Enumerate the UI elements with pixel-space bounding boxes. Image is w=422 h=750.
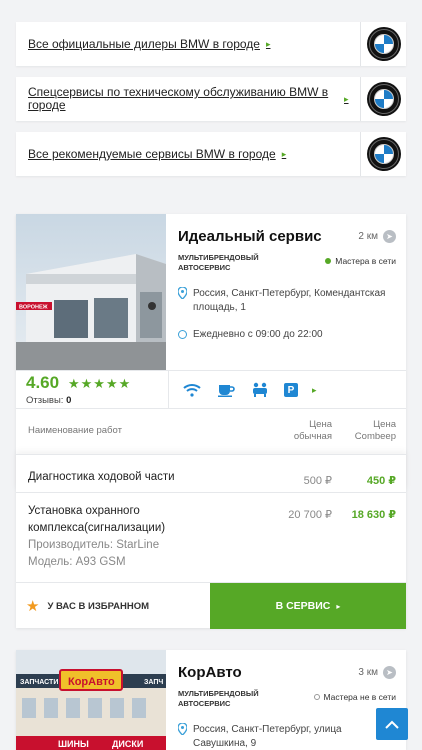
column-combeer-price: Цена Combeep xyxy=(354,419,396,442)
rating-row: 4.60 ★★★★★ Отзывы: 0 P ▸ xyxy=(16,370,406,409)
service-photo[interactable]: ВОРОНЕЖ xyxy=(16,214,166,370)
bmw-logo xyxy=(360,22,406,66)
service-card: ВОРОНЕЖ Идеальный сервис Мультибрендовый… xyxy=(16,214,406,629)
service-sign: ВОРОНЕЖ xyxy=(19,305,48,311)
amenities: P ▸ xyxy=(182,382,317,398)
official-dealers-label: Все официальные дилеры BMW в городе xyxy=(28,36,260,51)
chevron-up-icon xyxy=(385,720,399,729)
online-dot-icon xyxy=(325,258,332,264)
price-row: Установка охранного комплекса(сигнализац… xyxy=(16,492,406,582)
service-photo[interactable]: ЗАПЧАСТИ ЗАПЧ КорАвто ШИНЫ ДИСКИ xyxy=(16,650,166,750)
chevron-right-icon: ▸ xyxy=(281,148,287,159)
opening-hours: Ежедневно с 09:00 до 22:00 xyxy=(178,329,396,340)
recommended-services-link[interactable]: Все рекомендуемые сервисы BMW в городе ▸ xyxy=(16,146,360,161)
star-icon: ★ xyxy=(26,598,40,615)
service-type: Мультибрендовый автосервис xyxy=(178,689,259,708)
masters-status: Мастера не в сети xyxy=(313,692,397,702)
address: Россия, Санкт-Петербург, Комендантская п… xyxy=(177,286,396,315)
chevron-right-icon: ▸ xyxy=(265,38,271,49)
distance: 2 км ➤ xyxy=(358,230,396,243)
banner-right-text: ЗАПЧ xyxy=(144,679,163,686)
distance-value: 2 км xyxy=(358,231,378,242)
service-sign: КорАвто xyxy=(68,676,115,688)
service-type: Мультибрендовый автосервис xyxy=(178,253,259,272)
coffee-icon xyxy=(216,382,236,398)
bottom-right-text: ДИСКИ xyxy=(112,739,143,749)
offline-dot-icon xyxy=(313,694,320,700)
status-label: Мастера не в сети xyxy=(323,692,397,702)
reviews[interactable]: Отзывы: 0 xyxy=(26,395,71,406)
service-info: КорАвто Мультибрендовый автосервис 3 км … xyxy=(177,664,397,750)
service-info: Идеальный сервис Мультибрендовый автосер… xyxy=(177,228,396,340)
divider xyxy=(168,371,169,409)
specialized-services-label: Спецсервисы по техническому обслуживанию… xyxy=(28,85,329,112)
distance-value: 3 км xyxy=(358,667,378,678)
specialized-services-link[interactable]: Спецсервисы по техническому обслуживанию… xyxy=(16,86,360,112)
go-label: В СЕРВИС xyxy=(275,600,331,612)
combeer-price: 18 630 ₽ xyxy=(351,509,396,521)
favorite-button[interactable]: ★ У ВАС В ИЗБРАННОМ xyxy=(16,583,211,629)
regular-price: 20 700 ₽ xyxy=(288,509,332,521)
official-dealers-link[interactable]: Все официальные дилеры BMW в городе ▸ xyxy=(16,36,360,51)
parking-icon: P xyxy=(284,383,298,397)
reviews-label: Отзывы: xyxy=(26,395,64,406)
navigation-icon: ➤ xyxy=(383,230,396,243)
bmw-logo xyxy=(360,132,406,176)
combeer-price: 450 ₽ xyxy=(366,475,396,487)
column-name: Наименование работ xyxy=(28,425,122,436)
work-model: Модель: A93 GSM xyxy=(28,556,126,568)
price-row: Диагностика ходовой части 500 ₽ 450 ₽ xyxy=(16,454,406,492)
address-text: Россия, Санкт-Петербург, улица Савушкина… xyxy=(193,724,342,749)
service-card: ЗАПЧАСТИ ЗАПЧ КорАвто ШИНЫ ДИСКИ КорАвто… xyxy=(16,650,406,750)
link-card-official-dealers[interactable]: Все официальные дилеры BMW в городе ▸ xyxy=(16,22,406,66)
distance: 3 км ➤ xyxy=(358,666,396,679)
rating-stars: ★★★★★ xyxy=(68,376,132,391)
link-card-recommended-services[interactable]: Все рекомендуемые сервисы BMW в городе ▸ xyxy=(16,132,406,176)
link-card-specialized-services[interactable]: Спецсервисы по техническому обслуживанию… xyxy=(16,77,406,121)
clock-icon xyxy=(178,330,187,339)
map-pin-icon xyxy=(177,722,188,736)
wifi-icon xyxy=(182,382,202,398)
bottom-left-text: ШИНЫ xyxy=(58,739,89,749)
chevron-right-icon: ▸ xyxy=(344,93,349,104)
rating-value: 4.60 xyxy=(26,373,60,392)
go-to-service-button[interactable]: В СЕРВИС ▸ xyxy=(210,583,406,629)
banner-left-text: ЗАПЧАСТИ xyxy=(20,679,58,686)
favorite-label: У ВАС В ИЗБРАННОМ xyxy=(47,600,150,612)
address-text: Россия, Санкт-Петербург, Комендантская п… xyxy=(193,288,386,313)
reviews-count: 0 xyxy=(66,395,72,406)
bmw-logo xyxy=(360,77,406,121)
masters-status: Мастера в сети xyxy=(325,256,396,266)
address: Россия, Санкт-Петербург, улица Савушкина… xyxy=(177,722,396,750)
map-pin-icon xyxy=(177,286,188,300)
column-regular-price: Цена обычная xyxy=(293,419,332,442)
hours-text: Ежедневно с 09:00 до 22:00 xyxy=(193,329,323,340)
price-table-header: Наименование работ Цена обычная Цена Com… xyxy=(16,408,406,454)
scroll-to-top-button[interactable] xyxy=(376,708,408,740)
status-label: Мастера в сети xyxy=(335,256,396,266)
work-name: Диагностика ходовой части xyxy=(28,471,175,483)
navigation-icon: ➤ xyxy=(383,666,396,679)
card-footer: ★ У ВАС В ИЗБРАННОМ В СЕРВИС ▸ xyxy=(16,582,406,629)
chevron-right-icon[interactable]: ▸ xyxy=(312,385,317,396)
work-name: Установка охранного комплекса(сигнализац… xyxy=(28,505,166,534)
work-details: Установка охранного комплекса(сигнализац… xyxy=(28,503,193,571)
chevron-right-icon: ▸ xyxy=(336,601,341,611)
work-manufacturer: Производитель: StarLine xyxy=(28,539,160,551)
regular-price: 500 ₽ xyxy=(303,475,332,487)
waiting-room-icon xyxy=(250,382,270,398)
recommended-services-label: Все рекомендуемые сервисы BMW в городе xyxy=(28,146,276,161)
